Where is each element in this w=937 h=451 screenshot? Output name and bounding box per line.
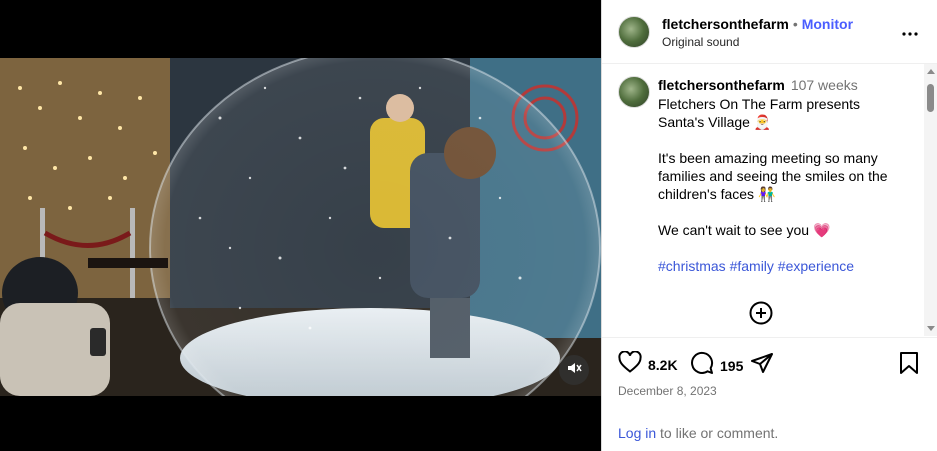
- comment-button[interactable]: 195: [690, 351, 743, 380]
- like-count[interactable]: 8.2K: [648, 357, 678, 373]
- mute-button[interactable]: [559, 355, 589, 385]
- scroll-up-arrow-icon[interactable]: [927, 69, 935, 74]
- family-emoji: 👫: [757, 186, 776, 202]
- comment-count[interactable]: 195: [720, 358, 743, 374]
- post-actions: 8.2K 195 December 8, 2023 Log in to like…: [602, 337, 937, 451]
- caption-text: Fletchers On The Farm presents Santa's V…: [658, 95, 910, 293]
- bookmark-icon: [898, 351, 920, 380]
- santa-emoji: 🎅: [753, 114, 772, 130]
- comment-bubble-icon: [690, 351, 714, 380]
- video-player[interactable]: [0, 0, 601, 451]
- post-panel: fletchersonthefarm • Monitor Original soun…: [601, 0, 937, 451]
- login-link[interactable]: Log in: [618, 425, 656, 441]
- avatar[interactable]: [618, 76, 650, 108]
- caption-area: fletchersonthefarm 107 weeks Fletchers On…: [602, 64, 922, 336]
- paper-plane-icon: [750, 351, 774, 380]
- post-date[interactable]: December 8, 2023: [618, 384, 717, 398]
- post-header: fletchersonthefarm • Monitor Original soun…: [602, 0, 937, 64]
- heart-emoji: 💗: [812, 222, 831, 238]
- hashtag-links[interactable]: #christmas #family #experience: [658, 257, 910, 275]
- post-age[interactable]: 107 weeks: [791, 77, 858, 93]
- caption-paragraph: Fletchers On The Farm presents Santa's V…: [658, 95, 910, 131]
- login-prompt: Log in to like or comment.: [618, 425, 778, 441]
- video-scene-image: [0, 58, 601, 396]
- share-button[interactable]: [750, 351, 774, 380]
- separator-dot: •: [792, 16, 798, 32]
- avatar[interactable]: [618, 16, 650, 48]
- add-comment-button[interactable]: [749, 301, 773, 325]
- sound-off-icon: [566, 360, 582, 381]
- caption-line: We can't wait to see you: [658, 222, 810, 238]
- more-options-button[interactable]: [900, 22, 920, 42]
- author-username[interactable]: fletchersonthefarm: [662, 16, 789, 32]
- caption-paragraph: It's been amazing meeting so many famili…: [658, 149, 910, 203]
- scroll-down-arrow-icon[interactable]: [927, 326, 935, 331]
- save-button[interactable]: [898, 351, 920, 380]
- caption-username[interactable]: fletchersonthefarm: [658, 77, 785, 93]
- caption-scrollbar[interactable]: [924, 64, 937, 336]
- follow-button[interactable]: Monitor: [802, 16, 853, 32]
- plus-circle-icon: [749, 301, 773, 329]
- login-suffix: to like or comment.: [656, 425, 779, 441]
- heart-icon: [618, 350, 642, 378]
- audio-label[interactable]: Original sound: [662, 35, 739, 49]
- more-options-icon: [902, 23, 918, 41]
- caption-paragraph: We can't wait to see you 💗: [658, 221, 910, 239]
- like-button[interactable]: 8.2K: [618, 350, 678, 378]
- header-user-line: fletchersonthefarm • Monitor: [662, 16, 853, 32]
- caption-head: fletchersonthefarm 107 weeks: [658, 77, 858, 93]
- video-frame[interactable]: [0, 58, 601, 396]
- scrollbar-thumb[interactable]: [927, 84, 934, 112]
